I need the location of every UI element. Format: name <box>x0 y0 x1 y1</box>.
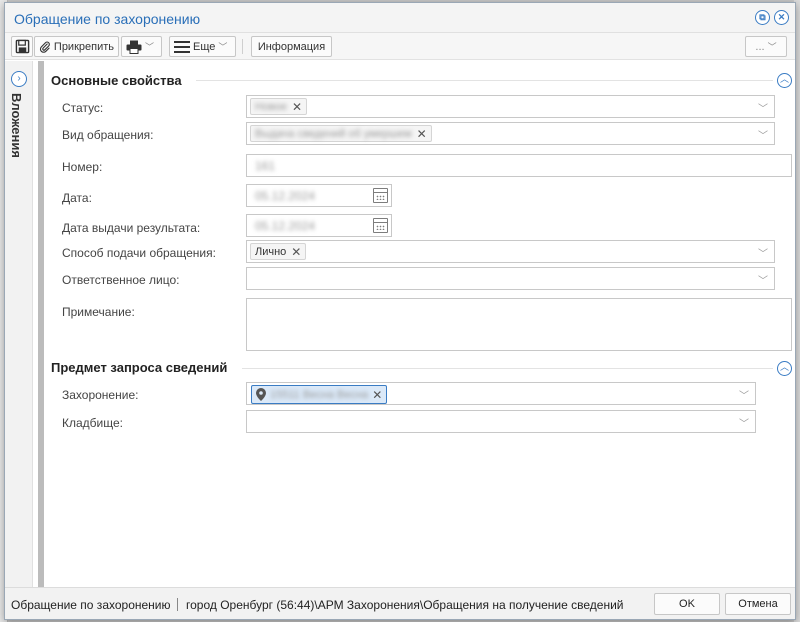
result-date-input[interactable]: 05.12.2024 <box>246 214 392 237</box>
save-icon <box>15 39 29 54</box>
save-button[interactable] <box>11 36 33 57</box>
method-label: Способ подачи обращения: <box>62 246 216 260</box>
responsible-label: Ответственное лицо: <box>62 273 180 287</box>
remove-tag-icon[interactable]: ✕ <box>417 127 427 141</box>
note-label: Примечание: <box>62 305 135 319</box>
chevron-down-icon: ﹀ <box>758 104 768 115</box>
window-title: Обращение по захоронению <box>14 11 201 27</box>
attach-button[interactable]: Прикрепить <box>34 36 119 57</box>
expand-right-icon[interactable]: › <box>11 71 27 87</box>
collapse-up-icon[interactable]: ︿ <box>777 361 792 376</box>
title-icons: ⧉ ✕ <box>755 10 789 25</box>
footer-path: город Оренбург (56:44)\АРМ Захоронения\О… <box>186 598 624 612</box>
section-divider <box>242 368 773 369</box>
burial-tag[interactable]: 15511 Весна Весна ✕ <box>251 385 388 404</box>
calendar-icon[interactable] <box>373 218 388 233</box>
remove-tag-icon[interactable]: ✕ <box>291 245 301 259</box>
cemetery-select[interactable]: ﹀ <box>246 410 756 433</box>
chevron-down-icon: ﹀ <box>758 131 768 142</box>
result-date-label: Дата выдачи результата: <box>62 221 201 235</box>
more-button[interactable]: Еще ﹀ <box>169 36 236 57</box>
chevron-down-icon: ﹀ <box>758 249 768 260</box>
result-date-value: 05.12.2024 <box>255 219 316 233</box>
footer-separator <box>177 598 178 611</box>
status-tag[interactable]: Новое ✕ <box>250 98 308 115</box>
section-main-title: Основные свойства <box>51 73 182 88</box>
method-tag[interactable]: Лично ✕ <box>250 243 307 260</box>
note-textarea[interactable] <box>246 298 792 351</box>
ok-button[interactable]: OK <box>654 593 720 615</box>
overflow-button[interactable]: ... ﹀ <box>745 36 787 57</box>
calendar-icon[interactable] <box>373 188 388 203</box>
section-request-title: Предмет запроса сведений <box>51 360 228 375</box>
chevron-down-icon: ﹀ <box>739 419 749 430</box>
type-label: Вид обращения: <box>62 128 154 142</box>
date-label: Дата: <box>62 191 92 205</box>
restore-icon[interactable]: ⧉ <box>755 10 770 25</box>
vertical-scrollbar[interactable] <box>38 61 44 587</box>
number-input[interactable]: 161 <box>246 154 792 177</box>
main-area: › Вложения Основные свойства ︿ Статус: Н… <box>5 61 795 587</box>
toolbar-separator <box>242 39 243 54</box>
number-label: Номер: <box>62 160 103 174</box>
info-button[interactable]: Информация <box>251 36 332 57</box>
toolbar: Прикрепить ﹀ Еще ﹀ Информация ... ﹀ <box>5 33 795 60</box>
type-value: Выдача сведений об умершем <box>255 127 412 140</box>
chevron-down-icon: ﹀ <box>739 391 749 402</box>
section-divider <box>196 80 773 81</box>
location-pin-icon <box>256 388 266 401</box>
dialog-window: Обращение по захоронению ⧉ ✕ Прикрепить <box>4 2 796 620</box>
print-button[interactable]: ﹀ <box>121 36 162 57</box>
chevron-down-icon: ﹀ <box>145 42 155 52</box>
type-select[interactable]: Выдача сведений об умершем ✕ ﹀ <box>246 122 775 145</box>
titlebar: Обращение по захоронению ⧉ ✕ <box>5 3 795 33</box>
chevron-down-icon: ﹀ <box>767 42 777 52</box>
status-select[interactable]: Новое ✕ ﹀ <box>246 95 775 118</box>
info-label: Информация <box>257 40 326 53</box>
method-select[interactable]: Лично ✕ ﹀ <box>246 240 775 263</box>
burial-value: 15511 Весна Весна <box>270 388 369 401</box>
type-tag[interactable]: Выдача сведений об умершем ✕ <box>250 125 432 142</box>
collapse-up-icon[interactable]: ︿ <box>777 73 792 88</box>
print-icon <box>126 40 142 54</box>
cancel-button[interactable]: Отмена <box>725 593 791 615</box>
remove-tag-icon[interactable]: ✕ <box>372 388 382 402</box>
cemetery-label: Кладбище: <box>62 416 123 430</box>
burial-label: Захоронение: <box>62 388 139 402</box>
date-value: 05.12.2024 <box>255 189 316 203</box>
chevron-down-icon: ﹀ <box>218 42 228 52</box>
status-value: Новое <box>255 100 288 113</box>
close-icon[interactable]: ✕ <box>774 10 789 25</box>
date-input[interactable]: 05.12.2024 <box>246 184 392 207</box>
footer-doc-name: Обращение по захоронению <box>11 598 171 612</box>
responsible-select[interactable]: ﹀ <box>246 267 775 290</box>
attachments-side-tab[interactable]: › Вложения <box>5 61 33 587</box>
menu-icon <box>174 40 190 53</box>
number-value: 161 <box>255 159 276 173</box>
more-label: Еще <box>193 40 216 53</box>
status-label: Статус: <box>62 101 104 115</box>
method-value: Лично <box>255 245 287 258</box>
footer-bar: Обращение по захоронению город Оренбург … <box>5 587 795 619</box>
remove-tag-icon[interactable]: ✕ <box>292 100 302 114</box>
burial-select[interactable]: 15511 Весна Весна ✕ ﹀ <box>246 382 756 405</box>
chevron-down-icon: ﹀ <box>758 276 768 287</box>
attach-label: Прикрепить <box>53 40 114 53</box>
attachments-tab-label: Вложения <box>9 93 24 158</box>
paperclip-icon <box>39 41 50 53</box>
overflow-label: ... <box>755 40 765 53</box>
form-content: Основные свойства ︿ Статус: Новое ✕ ﹀ Ви… <box>46 61 795 587</box>
